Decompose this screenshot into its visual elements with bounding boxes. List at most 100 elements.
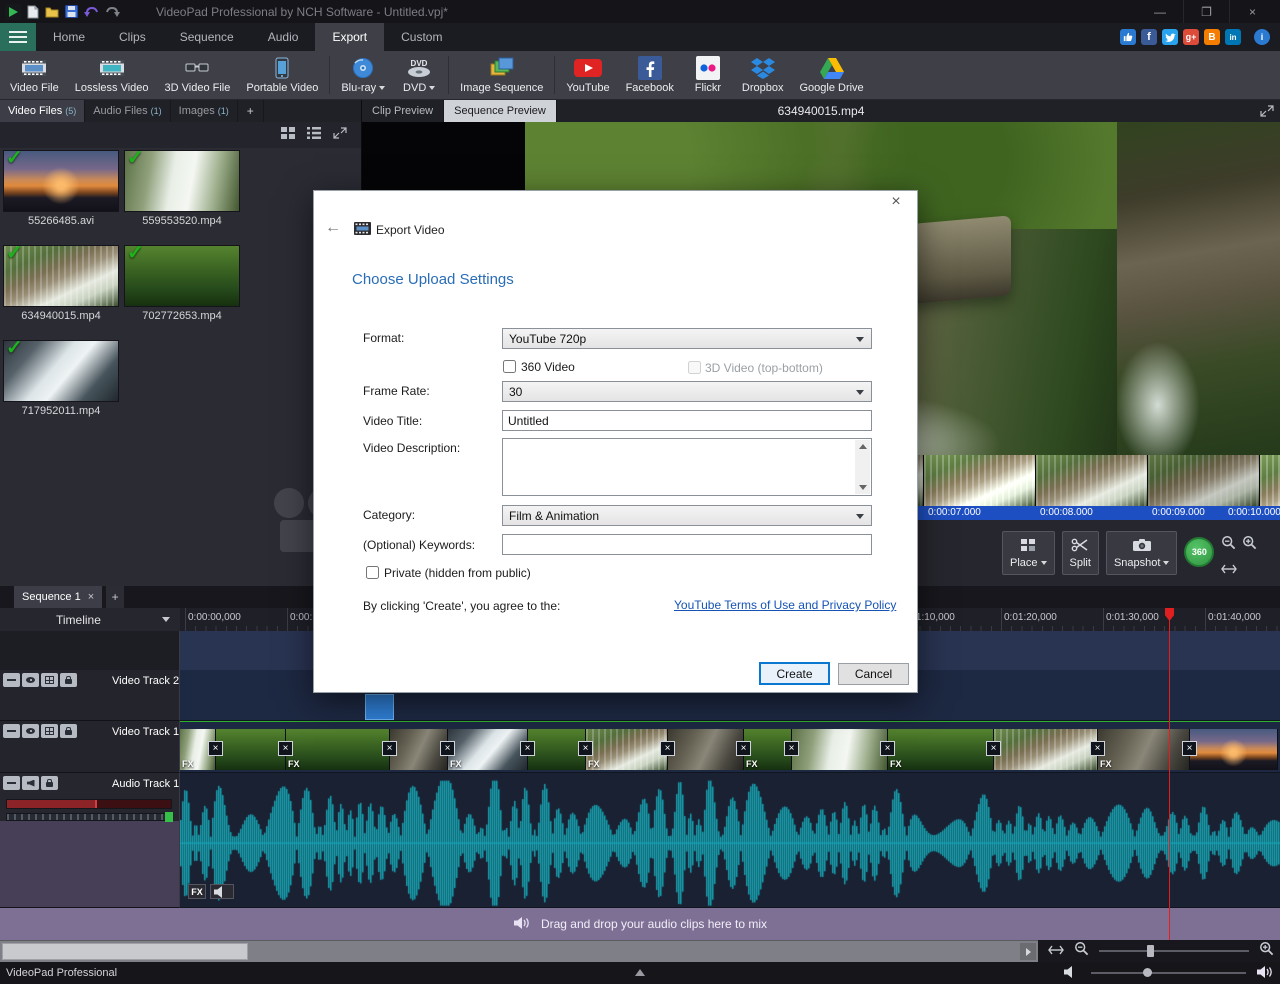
ribbon-tab-sequence[interactable]: Sequence [163, 23, 251, 51]
view-360-button[interactable]: 360 [1184, 537, 1214, 567]
filmstrip-frame[interactable] [924, 455, 1036, 506]
video-3d-checkbox[interactable] [688, 361, 701, 374]
sequence-tab[interactable]: Sequence 1 × [14, 586, 102, 608]
twitter-icon[interactable] [1162, 29, 1178, 45]
bin-tab-audio-files[interactable]: Audio Files(1) [85, 100, 170, 122]
export-action-video-file[interactable]: Video File [2, 51, 67, 99]
timeline-clip[interactable] [365, 694, 394, 720]
transition-icon[interactable]: × [208, 741, 223, 756]
export-action-flickr[interactable]: Flickr [682, 51, 734, 99]
description-scrollbar[interactable] [855, 440, 870, 494]
framerate-select[interactable]: 30 [502, 381, 872, 402]
bin-file-item[interactable]: ✓559553520.mp4 [124, 150, 242, 245]
volume-max-icon[interactable] [1256, 965, 1274, 982]
transition-icon[interactable]: × [660, 741, 675, 756]
info-icon[interactable]: i [1254, 29, 1270, 45]
export-action-image-sequence[interactable]: Image Sequence [452, 51, 551, 99]
expand-panel-arrow-icon[interactable] [635, 969, 645, 976]
transition-icon[interactable]: × [578, 741, 593, 756]
file-thumbnail[interactable]: ✓ [3, 245, 119, 307]
collapse-track-icon[interactable] [3, 673, 20, 687]
keywords-input[interactable] [502, 534, 872, 555]
fit-timeline-icon[interactable] [1048, 942, 1064, 960]
transition-icon[interactable]: × [278, 741, 293, 756]
volume-min-icon[interactable] [1063, 965, 1081, 982]
file-thumbnail[interactable]: ✓ [124, 245, 240, 307]
track-pan-slider[interactable] [6, 813, 172, 821]
preview-tab-clip-preview[interactable]: Clip Preview [362, 100, 444, 122]
video-track-1-lane[interactable]: FX××FX××FX××FX××FX××FX××FX× [180, 721, 1280, 773]
transition-icon[interactable]: × [736, 741, 751, 756]
facebook-share-icon[interactable]: f [1141, 29, 1157, 45]
bin-file-item[interactable]: ✓717952011.mp4 [3, 340, 121, 435]
export-action-portable-video[interactable]: Portable Video [238, 51, 326, 99]
export-action-blu-ray[interactable]: Blu-ray [333, 51, 393, 99]
video-360-checkbox[interactable] [503, 360, 516, 373]
blogger-icon[interactable]: B [1204, 29, 1220, 45]
timeline-clip[interactable]: × [1190, 729, 1278, 770]
new-project-icon[interactable] [27, 5, 39, 19]
file-thumbnail[interactable]: ✓ [3, 150, 119, 212]
sequence-close-icon[interactable]: × [88, 591, 94, 603]
timeline-clip[interactable]: ×FX [888, 729, 994, 770]
zoom-in-icon[interactable] [1242, 535, 1257, 555]
timeline-clip[interactable]: ×FX [586, 729, 668, 770]
zoom-in-icon[interactable] [1259, 941, 1274, 961]
file-thumbnail[interactable]: ✓ [124, 150, 240, 212]
timeline-clip[interactable]: × [994, 729, 1098, 770]
main-menu-button[interactable] [0, 23, 36, 51]
list-view-icon[interactable] [307, 126, 321, 144]
minimize-button[interactable]: — [1137, 0, 1183, 23]
ribbon-tab-export[interactable]: Export [315, 23, 384, 51]
export-action-facebook[interactable]: Facebook [618, 51, 682, 99]
filmstrip-frame[interactable] [1260, 455, 1280, 506]
lock-track-icon[interactable] [41, 776, 58, 790]
linkedin-icon[interactable]: in [1225, 29, 1241, 45]
timeline-clip[interactable]: × [668, 729, 744, 770]
filmstrip-frame[interactable] [1148, 455, 1260, 506]
transition-icon[interactable]: × [784, 741, 799, 756]
google-plus-icon[interactable]: g+ [1183, 29, 1199, 45]
create-button[interactable]: Create [759, 662, 830, 685]
transition-icon[interactable]: × [1090, 741, 1105, 756]
expand-panel-icon[interactable] [333, 126, 347, 144]
zoom-out-icon[interactable] [1074, 941, 1089, 961]
snapshot-button[interactable]: Snapshot [1106, 531, 1177, 575]
add-sequence-button[interactable]: + [106, 586, 124, 608]
volume-slider-thumb[interactable] [1143, 968, 1152, 977]
export-action-google-drive[interactable]: Google Drive [791, 51, 871, 99]
mute-track-icon[interactable] [22, 776, 39, 790]
bin-tab-add[interactable]: + [238, 100, 264, 122]
bin-tab-video-files[interactable]: Video Files(5) [0, 100, 85, 122]
lock-track-icon[interactable] [60, 673, 77, 687]
track-options-icon[interactable] [41, 724, 58, 738]
scroll-up-icon[interactable] [859, 444, 867, 449]
track-volume-slider[interactable] [6, 799, 172, 809]
zoom-slider[interactable] [1099, 950, 1249, 952]
transition-icon[interactable]: × [382, 741, 397, 756]
file-thumbnail[interactable]: ✓ [3, 340, 119, 402]
export-action-dvd[interactable]: DVDDVD [393, 51, 445, 99]
redo-icon[interactable] [105, 6, 120, 18]
export-action-3d-video-file[interactable]: 3D Video File [157, 51, 239, 99]
track-visibility-icon[interactable] [22, 724, 39, 738]
timeline-clip[interactable]: ×FX [1098, 729, 1190, 770]
scrollbar-thumb[interactable] [2, 943, 248, 960]
bin-file-item[interactable]: ✓55266485.avi [3, 150, 121, 245]
format-select[interactable]: YouTube 720p [502, 328, 872, 349]
timeline-clip[interactable]: ×FX [448, 729, 528, 770]
undo-icon[interactable] [84, 6, 99, 18]
place-button[interactable]: Place [1002, 531, 1055, 575]
timeline-clip[interactable]: ×FX [286, 729, 390, 770]
collapse-track-icon[interactable] [3, 724, 20, 738]
scroll-down-icon[interactable] [859, 485, 867, 490]
export-action-dropbox[interactable]: Dropbox [734, 51, 792, 99]
preview-tab-sequence-preview[interactable]: Sequence Preview [444, 100, 557, 122]
volume-slider[interactable] [1091, 972, 1246, 974]
timeline-clip[interactable]: × [216, 729, 286, 770]
category-select[interactable]: Film & Animation [502, 505, 872, 526]
dialog-close-icon[interactable]: × [883, 193, 909, 213]
fx-badge[interactable]: FX [188, 884, 206, 899]
ribbon-tab-custom[interactable]: Custom [384, 23, 459, 51]
zoom-slider-thumb[interactable] [1147, 945, 1154, 957]
